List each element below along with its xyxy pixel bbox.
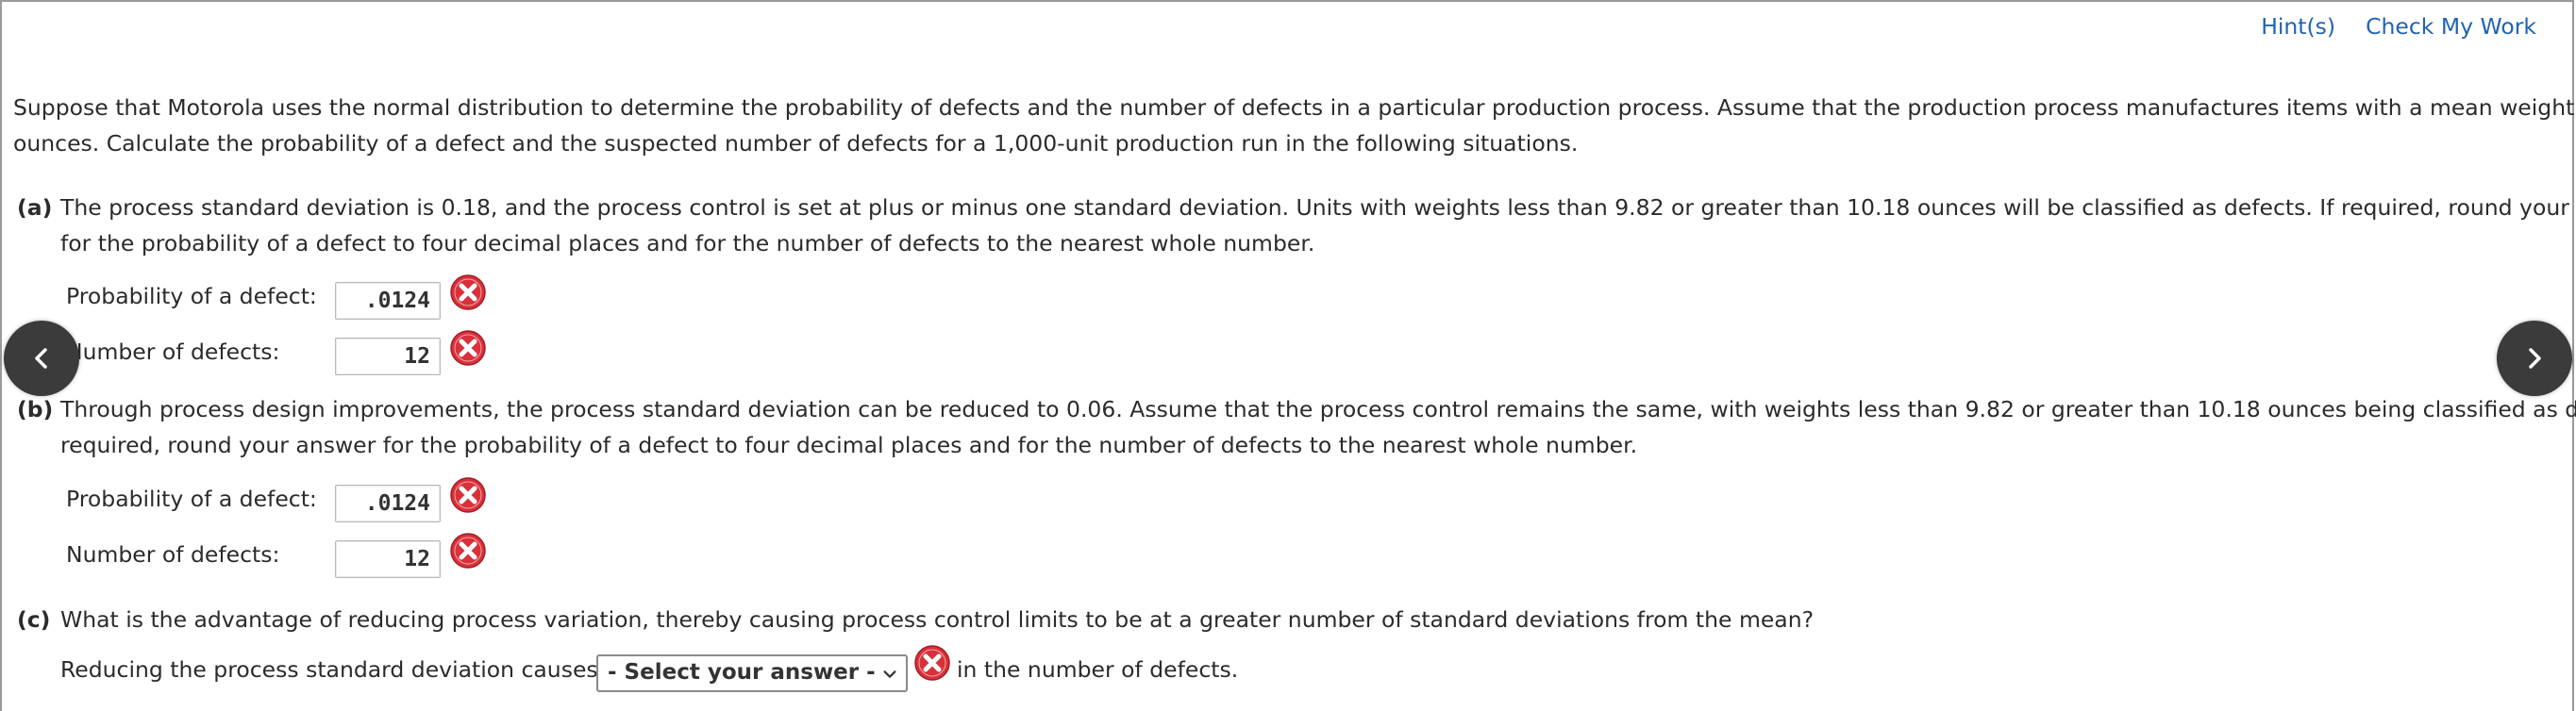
part-b: (b) Through process design improvements,… bbox=[17, 391, 2576, 458]
x-circle-icon bbox=[450, 274, 486, 310]
part-a-num-label: Number of defects: bbox=[66, 339, 280, 365]
x-circle-icon bbox=[450, 477, 486, 513]
answer-select-value: - Select your answer - bbox=[608, 660, 876, 685]
x-circle-icon bbox=[450, 330, 486, 366]
part-c-question: What is the advantage of reducing proces… bbox=[60, 606, 1815, 633]
part-c-suffix: in the number of defects. bbox=[957, 656, 1239, 683]
next-button[interactable] bbox=[2497, 321, 2572, 396]
intro-line-1: Suppose that Motorola uses the normal di… bbox=[13, 94, 2576, 121]
chevron-right-icon bbox=[2529, 348, 2541, 369]
answer-select[interactable]: - Select your answer - bbox=[596, 654, 908, 692]
chevron-down-icon bbox=[883, 670, 896, 678]
part-b-prob-label: Probability of a defect: bbox=[66, 486, 317, 512]
part-b-line-2: required, round your answer for the prob… bbox=[60, 432, 1638, 458]
part-a-prob-input[interactable]: .0124 bbox=[335, 282, 441, 320]
part-a: (a) The process standard deviation is 0.… bbox=[17, 190, 2576, 256]
part-a-num-input[interactable]: 12 bbox=[335, 338, 441, 375]
check-my-work-link[interactable]: Check My Work bbox=[2366, 13, 2536, 40]
part-a-prob-label: Probability of a defect: bbox=[66, 283, 317, 309]
intro-line-2: ounces. Calculate the probability of a d… bbox=[13, 130, 1579, 157]
x-circle-icon bbox=[914, 645, 950, 681]
part-b-prob-input[interactable]: .0124 bbox=[335, 485, 441, 522]
chevron-left-icon bbox=[35, 348, 47, 369]
part-c-prefix: Reducing the process standard deviation … bbox=[60, 656, 619, 683]
part-a-letter: (a) bbox=[17, 194, 53, 221]
part-a-line-1: The process standard deviation is 0.18, … bbox=[60, 194, 2576, 221]
top-links: Hint(s) Check My Work bbox=[2261, 13, 2536, 40]
part-b-num-label: Number of defects: bbox=[66, 541, 280, 568]
intro-paragraph: Suppose that Motorola uses the normal di… bbox=[13, 90, 2576, 161]
part-c: (c) What is the advantage of reducing pr… bbox=[17, 602, 2555, 637]
part-b-line-1: Through process design improvements, the… bbox=[60, 396, 2576, 422]
part-c-letter: (c) bbox=[17, 606, 51, 633]
part-a-line-2: for the probability of a defect to four … bbox=[60, 230, 1315, 256]
part-b-letter: (b) bbox=[17, 396, 54, 422]
prev-button[interactable] bbox=[4, 321, 79, 396]
part-b-num-input[interactable]: 12 bbox=[335, 540, 441, 578]
x-circle-icon bbox=[450, 533, 486, 569]
hints-link[interactable]: Hint(s) bbox=[2261, 13, 2335, 40]
